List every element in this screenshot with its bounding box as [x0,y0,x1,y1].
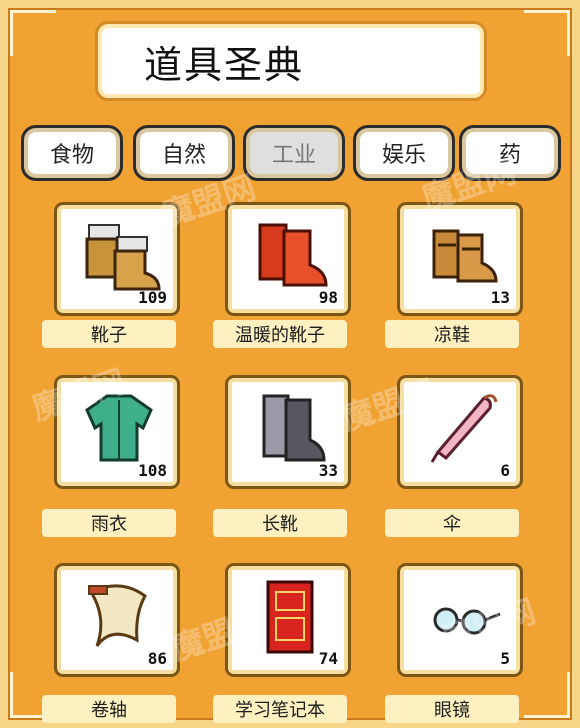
item-label: 长靴 [213,509,347,537]
item-slot-glasses[interactable]: 5 [397,563,523,677]
item-slot-warm-boots[interactable]: 98 [225,202,351,316]
item-slot-raincoat[interactable]: 108 [54,375,180,489]
tab-entertainment[interactable]: 娱乐 [353,125,455,181]
item-count: 5 [500,649,510,668]
item-label: 伞 [385,509,519,537]
item-count: 108 [138,461,167,480]
item-label: 卷轴 [42,695,176,723]
item-count: 33 [318,461,338,480]
item-label: 学习笔记本 [213,695,347,723]
item-count: 74 [318,649,338,668]
glasses-icon [420,578,504,656]
item-slot-scroll[interactable]: 86 [54,563,180,677]
item-count: 98 [318,288,338,307]
scroll-icon [77,578,161,656]
boots-icon [77,217,161,295]
item-count: 86 [147,649,167,668]
corner-ornament [524,10,570,56]
item-label: 凉鞋 [385,320,519,348]
tab-industry[interactable]: 工业 [243,125,345,181]
item-count: 6 [500,461,510,480]
item-label: 靴子 [42,320,176,348]
item-slot-boots[interactable]: 109 [54,202,180,316]
umbrella-icon [420,390,504,468]
page-title: 道具圣典 [144,42,305,87]
notebook-icon [248,578,332,656]
tall-boots-icon [248,390,332,468]
item-label: 雨衣 [42,509,176,537]
sandals-icon [420,217,504,295]
warm-boots-icon [248,217,332,295]
item-count: 13 [490,288,510,307]
tab-food[interactable]: 食物 [21,125,123,181]
item-label: 眼镜 [385,695,519,723]
corner-ornament [524,672,570,718]
corner-ornament [10,10,56,56]
tab-nature[interactable]: 自然 [133,125,235,181]
raincoat-icon [77,390,161,468]
item-slot-sandals[interactable]: 13 [397,202,523,316]
item-count: 109 [138,288,167,307]
item-label: 温暖的靴子 [213,320,347,348]
tab-medicine[interactable]: 药 [459,125,561,181]
item-slot-umbrella[interactable]: 6 [397,375,523,489]
item-slot-notebook[interactable]: 74 [225,563,351,677]
category-tabs: 食物 自然 工业 娱乐 药 [18,118,561,190]
title-panel: 道具圣典 [95,21,487,101]
item-slot-tall-boots[interactable]: 33 [225,375,351,489]
